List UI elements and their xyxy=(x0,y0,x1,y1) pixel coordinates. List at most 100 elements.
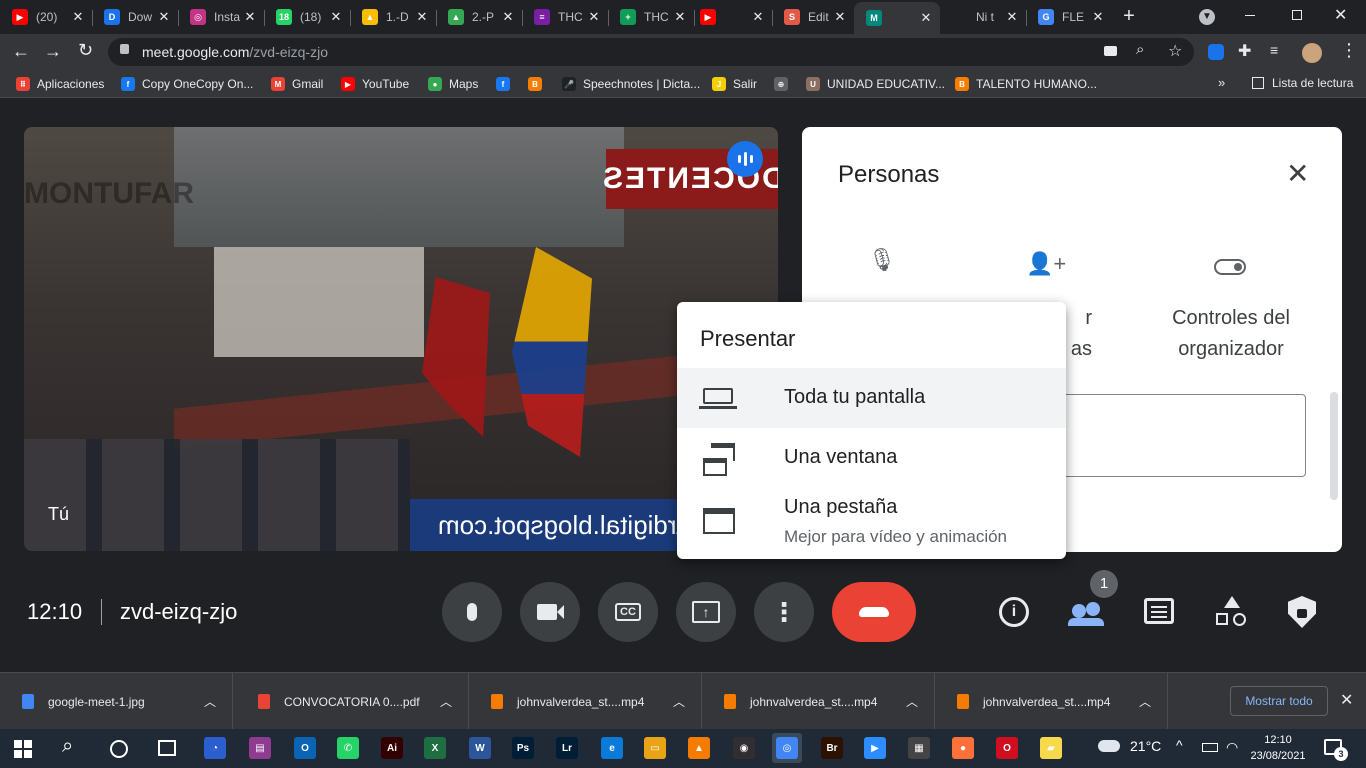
taskbar-app-sticky-notes[interactable]: ▰ xyxy=(1036,733,1066,763)
clock[interactable]: 12:10 23/08/2021 xyxy=(1248,732,1308,764)
tray-chevron-icon[interactable]: ^ xyxy=(1176,737,1183,753)
media-control-icon[interactable]: ≡ xyxy=(1270,42,1278,58)
forward-icon[interactable]: → xyxy=(44,41,62,62)
download-options-chevron-icon[interactable]: ︿ xyxy=(673,693,685,710)
taskbar-app-opera[interactable]: O xyxy=(992,733,1022,763)
download-item[interactable]: johnvalverdea_st....mp4 ︿ xyxy=(702,673,935,730)
wifi-icon[interactable]: ◠ xyxy=(1226,739,1238,756)
bookmark-3[interactable]: ▶ YouTube xyxy=(341,76,409,92)
present-button[interactable]: ↑ xyxy=(676,582,736,642)
back-icon[interactable]: ← xyxy=(12,41,30,62)
download-options-chevron-icon[interactable]: ︿ xyxy=(906,693,918,710)
task-view-icon[interactable] xyxy=(158,740,176,756)
taskbar-app-firefox-dev[interactable]: ◔ xyxy=(200,733,230,763)
tab-10[interactable]: M ✕ xyxy=(854,2,940,34)
weather-widget[interactable]: 21°C xyxy=(1098,738,1161,754)
tab-close-icon[interactable]: ✕ xyxy=(156,9,172,25)
close-window-button[interactable]: ✕ xyxy=(1334,5,1347,25)
tab-close-icon[interactable]: ✕ xyxy=(242,9,258,25)
taskbar-app-edge[interactable]: e xyxy=(597,733,627,763)
bookmark-5[interactable]: f xyxy=(496,76,517,92)
download-item[interactable]: johnvalverdea_st....mp4 ︿ xyxy=(935,673,1168,730)
minimize-button[interactable] xyxy=(1245,15,1255,16)
taskbar-app-winrar[interactable]: ▤ xyxy=(245,733,275,763)
tab-3[interactable]: 18 (18) ✕ xyxy=(264,4,350,30)
bookmark-star-icon[interactable]: ☆ xyxy=(1168,41,1182,61)
camera-button[interactable] xyxy=(520,582,580,642)
taskbar-app-obs[interactable]: ◉ xyxy=(729,733,759,763)
bookmark-6[interactable]: B xyxy=(528,76,549,92)
more-options-button[interactable]: ⋮ xyxy=(754,582,814,642)
show-all-button[interactable]: Mostrar todo xyxy=(1230,686,1328,716)
present-entire-screen[interactable]: Toda tu pantalla xyxy=(677,368,1066,428)
download-options-chevron-icon[interactable]: ︿ xyxy=(1139,693,1151,710)
avatar[interactable] xyxy=(1302,43,1322,63)
tab-close-icon[interactable]: ✕ xyxy=(832,9,848,25)
tab-close-icon[interactable]: ✕ xyxy=(918,10,934,26)
taskbar-app-vlc[interactable]: ▲ xyxy=(684,733,714,763)
kebab-menu-icon[interactable]: ⋮ xyxy=(1340,40,1358,61)
taskbar-app-calculator[interactable]: ▦ xyxy=(904,733,934,763)
host-controls-button[interactable]: Controles del organizador xyxy=(1158,247,1304,367)
captions-button[interactable]: CC xyxy=(598,582,658,642)
activities-button[interactable] xyxy=(1216,596,1248,628)
bookmark-7[interactable]: 🎤 Speechnotes | Dicta... xyxy=(562,76,700,92)
start-button[interactable] xyxy=(14,740,32,758)
taskbar-app-whatsapp[interactable]: ✆ xyxy=(333,733,363,763)
bookmark-2[interactable]: M Gmail xyxy=(271,76,323,92)
taskbar-app-bridge[interactable]: Br xyxy=(817,733,847,763)
taskbar-app-outlook[interactable]: O xyxy=(290,733,320,763)
taskbar-app-illustrator[interactable]: Ai xyxy=(377,733,407,763)
camera-icon[interactable] xyxy=(1104,46,1117,56)
tab-close-icon[interactable]: ✕ xyxy=(328,9,344,25)
tab-1[interactable]: D Dow ✕ xyxy=(92,4,178,30)
restore-button[interactable] xyxy=(1292,10,1302,20)
download-item[interactable]: google-meet-1.jpg ︿ xyxy=(0,673,233,730)
download-item[interactable]: CONVOCATORIA 0....pdf ︿ xyxy=(236,673,469,730)
search-icon[interactable]: ⌕ xyxy=(62,735,73,758)
bookmark-11[interactable]: B TALENTO HUMANO... xyxy=(955,76,1097,92)
tab-close-icon[interactable]: ✕ xyxy=(586,9,602,25)
mic-button[interactable] xyxy=(442,582,502,642)
more-bookmarks-icon[interactable]: » xyxy=(1218,75,1225,90)
download-options-chevron-icon[interactable]: ︿ xyxy=(440,693,452,710)
lock-icon[interactable] xyxy=(120,44,129,54)
tab-close-icon[interactable]: ✕ xyxy=(1090,9,1106,25)
download-item[interactable]: johnvalverdea_st....mp4 ︿ xyxy=(469,673,702,730)
tab-4[interactable]: ▲ 1.-D ✕ xyxy=(350,4,436,30)
tab-close-icon[interactable]: ✕ xyxy=(1004,9,1020,25)
tab-search-icon[interactable]: ▼ xyxy=(1199,9,1215,25)
tab-0[interactable]: ▶ (20) ✕ xyxy=(0,4,92,30)
taskbar-app-lightroom[interactable]: Lr xyxy=(552,733,582,763)
cortana-icon[interactable] xyxy=(110,740,128,758)
bookmark-4[interactable]: ● Maps xyxy=(428,76,478,92)
bookmark-9[interactable]: ⊕ xyxy=(774,76,795,92)
chat-button[interactable] xyxy=(1144,598,1174,624)
tab-close-icon[interactable]: ✕ xyxy=(414,9,430,25)
taskbar-app-zoom[interactable]: ▶ xyxy=(860,733,890,763)
new-tab-button[interactable]: + xyxy=(1118,6,1140,28)
puzzle-icon[interactable]: ✚ xyxy=(1238,41,1251,61)
tab-5[interactable]: ▲ 2.-P ✕ xyxy=(436,4,522,30)
download-options-chevron-icon[interactable]: ︿ xyxy=(204,693,216,710)
close-downloads-icon[interactable]: ✕ xyxy=(1340,690,1353,710)
tab-close-icon[interactable]: ✕ xyxy=(672,9,688,25)
taskbar-app-photoshop[interactable]: Ps xyxy=(508,733,538,763)
taskbar-app-excel[interactable]: X xyxy=(420,733,450,763)
reading-list[interactable]: Lista de lectura xyxy=(1252,76,1353,90)
present-window[interactable]: Una ventana xyxy=(677,428,1066,488)
bookmark-8[interactable]: J Salir xyxy=(712,76,757,92)
tab-close-icon[interactable]: ✕ xyxy=(70,9,86,25)
panel-scrollbar[interactable] xyxy=(1330,392,1338,500)
taskbar-app-chrome[interactable]: ◎ xyxy=(772,733,802,763)
taskbar-app-firefox[interactable]: ● xyxy=(948,733,978,763)
reload-icon[interactable]: ↻ xyxy=(78,40,93,61)
zoom-icon[interactable]: ⌕ xyxy=(1136,41,1144,58)
tab-7[interactable]: + THC ✕ xyxy=(608,4,694,30)
tab-6[interactable]: ≡ THC ✕ xyxy=(522,4,608,30)
tab-12[interactable]: G FLE ✕ xyxy=(1026,4,1112,30)
tab-close-icon[interactable]: ✕ xyxy=(500,9,516,25)
tab-9[interactable]: S Edit ✕ xyxy=(772,4,854,30)
close-panel-button[interactable]: ✕ xyxy=(1286,157,1309,190)
bookmark-0[interactable]: ⠿ Aplicaciones xyxy=(16,76,104,92)
